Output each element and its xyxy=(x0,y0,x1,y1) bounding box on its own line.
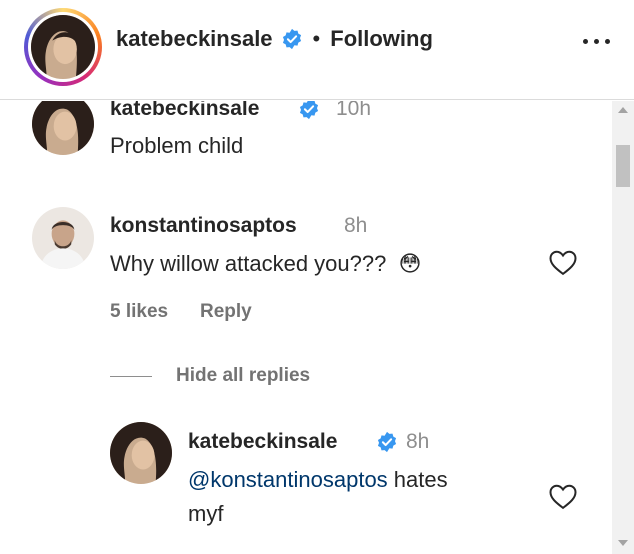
scroll-up-arrow-icon[interactable] xyxy=(618,107,628,113)
comment-text: Why willow attacked you??? 😳 xyxy=(110,251,421,277)
hide-replies-button[interactable]: Hide all replies xyxy=(176,365,310,387)
avatar xyxy=(31,15,95,79)
comment-timestamp: 10h xyxy=(336,101,372,120)
post-header: katebeckinsale • Following xyxy=(0,0,634,100)
mention-link[interactable]: @konstantinosaptos xyxy=(188,467,388,492)
comment-timestamp: 8h xyxy=(344,214,368,237)
comment-username[interactable]: konstantinosaptos xyxy=(110,214,297,238)
comment-avatar[interactable] xyxy=(32,207,94,269)
comments-list[interactable]: katebeckinsale 10h Problem child konstan… xyxy=(0,101,634,554)
replies-divider-line xyxy=(110,376,152,377)
reply-timestamp: 8h xyxy=(406,430,430,453)
scrollbar-thumb[interactable] xyxy=(616,145,630,187)
header-username[interactable]: katebeckinsale xyxy=(116,26,273,52)
story-ring-avatar[interactable] xyxy=(24,8,102,86)
comment-username[interactable]: katebeckinsale xyxy=(110,101,259,121)
reply-text-rest: hates xyxy=(387,467,448,492)
scroll-down-arrow-icon[interactable] xyxy=(618,540,628,546)
header-separator: • xyxy=(312,26,321,51)
reply-avatar[interactable] xyxy=(110,422,172,484)
comment-text-body: Why willow attacked you??? xyxy=(110,251,387,276)
comment-avatar[interactable] xyxy=(32,101,94,155)
verified-badge-icon xyxy=(376,431,398,453)
like-heart-icon[interactable] xyxy=(548,482,578,510)
comment-text: Problem child xyxy=(110,133,244,158)
verified-badge-icon xyxy=(281,28,303,50)
likes-count[interactable]: 5 likes xyxy=(110,301,168,323)
following-button[interactable]: Following xyxy=(330,26,433,52)
reply-text-line2: myf xyxy=(188,501,224,526)
more-options-icon[interactable] xyxy=(577,26,617,56)
reply-text: @konstantinosaptos hates xyxy=(188,467,448,493)
reply-username[interactable]: katebeckinsale xyxy=(188,430,337,454)
like-heart-icon[interactable] xyxy=(548,248,578,276)
verified-badge-icon xyxy=(298,101,320,120)
scrollbar[interactable] xyxy=(612,101,634,554)
reply-button[interactable]: Reply xyxy=(200,301,252,323)
flushed-face-emoji: 😳 xyxy=(398,251,422,276)
